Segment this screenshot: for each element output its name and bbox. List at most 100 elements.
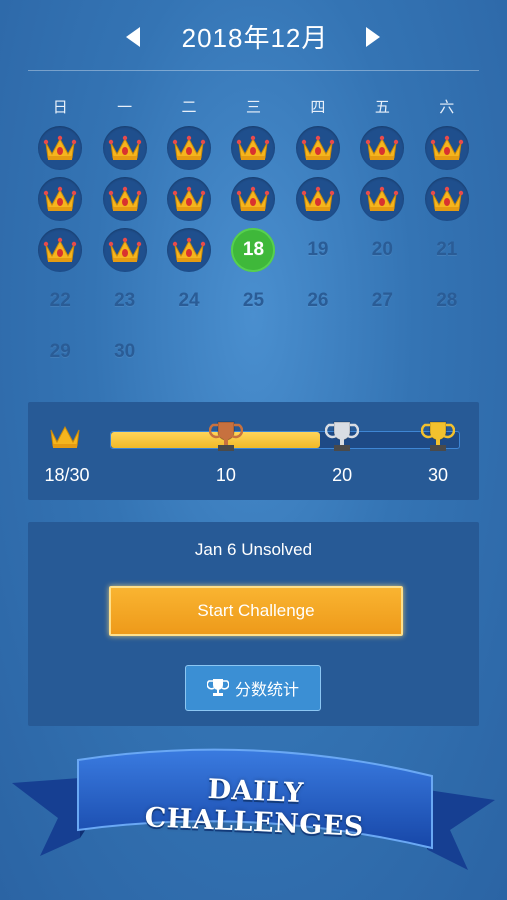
weekday-label: 六 xyxy=(439,98,455,116)
calendar-day-completed[interactable] xyxy=(415,173,479,224)
chevron-left-icon xyxy=(126,27,140,47)
calendar-day[interactable]: 29 xyxy=(28,326,92,377)
next-month-button[interactable] xyxy=(358,22,388,52)
header-divider xyxy=(28,70,479,71)
crown-icon xyxy=(108,236,142,264)
calendar-day-completed[interactable] xyxy=(157,224,221,275)
gold-trophy-icon xyxy=(420,420,456,461)
crown-icon xyxy=(430,185,464,213)
day-circle xyxy=(231,176,276,221)
calendar-day[interactable]: 25 xyxy=(221,275,285,326)
day-circle xyxy=(424,125,469,170)
calendar-day-completed[interactable] xyxy=(350,173,414,224)
crown-icon xyxy=(172,236,206,264)
crown-icon xyxy=(301,185,335,213)
calendar-day-completed[interactable] xyxy=(286,173,350,224)
start-challenge-button[interactable]: Start Challenge xyxy=(109,586,403,636)
challenge-panel: Jan 6 Unsolved Start Challenge 分数统计 xyxy=(28,522,479,726)
crown-icon xyxy=(365,134,399,162)
crown-icon xyxy=(108,185,142,213)
calendar-day[interactable]: 20 xyxy=(350,224,414,275)
milestone-label: 10 xyxy=(215,465,236,485)
day-circle xyxy=(360,125,405,170)
day-number: 24 xyxy=(178,289,200,311)
weekday-label: 三 xyxy=(245,98,261,116)
calendar-day[interactable]: 19 xyxy=(286,224,350,275)
calendar-day[interactable]: 24 xyxy=(157,275,221,326)
day-circle xyxy=(167,125,212,170)
day-number: 25 xyxy=(242,289,265,311)
calendar-day-completed[interactable] xyxy=(157,173,221,224)
day-number: 27 xyxy=(371,289,393,311)
calendar-day-completed[interactable] xyxy=(286,122,350,173)
crown-icon xyxy=(172,134,206,162)
day-circle xyxy=(38,227,83,272)
day-circle: 18 xyxy=(231,227,276,272)
calendar-day-completed[interactable] xyxy=(92,173,156,224)
calendar-day-completed[interactable] xyxy=(28,173,92,224)
calendar-day-completed[interactable] xyxy=(92,122,156,173)
calendar-day[interactable]: 30 xyxy=(92,326,156,377)
day-circle xyxy=(38,176,83,221)
day-circle xyxy=(424,176,469,221)
chevron-right-icon xyxy=(366,27,380,47)
daily-challenges-banner: DAILY CHALLENGES xyxy=(0,738,507,888)
day-number: 23 xyxy=(114,289,136,311)
crown-icon xyxy=(108,134,142,162)
calendar-day[interactable]: 22 xyxy=(28,275,92,326)
calendar-day-completed[interactable] xyxy=(157,122,221,173)
crown-icon xyxy=(236,134,270,162)
day-number: 18 xyxy=(242,238,265,260)
crown-icon xyxy=(43,134,77,162)
day-number: 22 xyxy=(49,289,71,311)
crown-icon xyxy=(301,134,335,162)
milestone-label: 20 xyxy=(332,465,353,485)
crown-icon xyxy=(43,236,77,264)
day-number: 21 xyxy=(436,238,458,260)
calendar-day-completed[interactable] xyxy=(92,224,156,275)
day-number: 28 xyxy=(436,289,458,311)
progress-bar xyxy=(110,431,460,449)
calendar-day[interactable]: 27 xyxy=(350,275,414,326)
day-number: 26 xyxy=(307,289,329,311)
crown-icon xyxy=(430,134,464,162)
weekday-label: 二 xyxy=(181,98,197,116)
calendar-day[interactable]: 28 xyxy=(415,275,479,326)
weekday-label: 日 xyxy=(52,98,68,116)
weekday-label: 一 xyxy=(117,98,133,116)
weekday-label: 五 xyxy=(374,98,390,116)
month-header: 2018年12月 xyxy=(0,0,507,72)
calendar-day-completed[interactable] xyxy=(221,173,285,224)
weekday-row: 日 一 二 三 四 五 六 xyxy=(28,96,479,117)
calendar-day-completed[interactable] xyxy=(28,224,92,275)
silver-trophy-icon xyxy=(324,420,360,461)
weekday-label: 四 xyxy=(310,98,326,116)
progress-panel: 18/30 10 20 30 xyxy=(28,402,479,500)
milestone-label: 30 xyxy=(427,465,449,485)
calendar-day-completed[interactable] xyxy=(28,122,92,173)
day-circle xyxy=(167,176,212,221)
day-circle xyxy=(102,125,147,170)
calendar-day[interactable]: 26 xyxy=(286,275,350,326)
calendar-day[interactable]: 21 xyxy=(415,224,479,275)
calendar-grid: 18 19 20 21 22 23 24 25 26 27 28 29 30 xyxy=(28,122,479,377)
crown-icon xyxy=(172,185,206,213)
day-circle xyxy=(295,176,340,221)
crown-icon xyxy=(48,422,82,455)
calendar-day[interactable]: 23 xyxy=(92,275,156,326)
previous-month-button[interactable] xyxy=(118,22,148,52)
day-number: 30 xyxy=(114,340,136,362)
day-circle xyxy=(102,227,147,272)
bronze-trophy-icon xyxy=(208,420,244,461)
crown-icon xyxy=(43,185,77,213)
calendar-day-today[interactable]: 18 xyxy=(221,224,285,275)
calendar-day-completed[interactable] xyxy=(221,122,285,173)
score-stats-button[interactable]: 分数统计 xyxy=(185,665,321,711)
calendar-day-completed[interactable] xyxy=(415,122,479,173)
day-circle xyxy=(102,176,147,221)
crown-icon xyxy=(236,185,270,213)
unsolved-text: Jan 6 Unsolved xyxy=(194,540,313,559)
day-circle xyxy=(167,227,212,272)
calendar-day-completed[interactable] xyxy=(350,122,414,173)
day-circle xyxy=(295,125,340,170)
